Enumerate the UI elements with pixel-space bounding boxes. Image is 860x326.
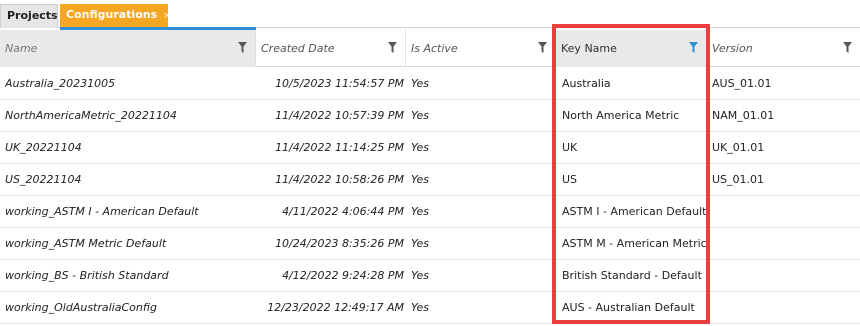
cell-name: Australia_20231005	[5, 77, 116, 90]
tab-projects[interactable]: Projects	[0, 4, 58, 28]
cell-created-date: 11/4/2022 10:57:39 PM	[275, 109, 404, 122]
cell-key-name: North America Metric	[562, 109, 680, 122]
filter-icon[interactable]	[538, 42, 547, 53]
configurations-grid: Name Created Date Is Active Key Name Ver…	[0, 30, 860, 326]
cell-is-active: Yes	[411, 77, 430, 90]
column-header-created-date[interactable]: Created Date	[256, 30, 406, 67]
cell-created-date: 4/11/2022 4:06:44 PM	[282, 205, 404, 218]
tab-configurations[interactable]: Configurations ×	[60, 4, 171, 28]
filter-icon[interactable]	[843, 42, 852, 53]
table-row[interactable]: working_ASTM Metric Default 10/24/2023 8…	[0, 228, 860, 260]
cell-created-date: 10/5/2023 11:54:57 PM	[275, 77, 404, 90]
grid-header: Name Created Date Is Active Key Name Ver…	[0, 30, 860, 67]
cell-name: working_OldAustraliaConfig	[5, 301, 157, 314]
cell-version	[712, 260, 852, 292]
table-row[interactable]: NorthAmericaMetric_20221104 11/4/2022 10…	[0, 100, 860, 132]
cell-is-active: Yes	[411, 237, 430, 250]
cell-is-active: Yes	[411, 173, 430, 186]
table-row[interactable]: working_BS - British Standard 4/12/2022 …	[0, 260, 860, 292]
column-header-version-label: Version	[712, 42, 753, 55]
cell-key-name: AUS - Australian Default	[562, 301, 695, 314]
cell-version	[712, 196, 852, 228]
cell-key-name: US	[562, 173, 578, 186]
cell-version: US_01.01	[712, 173, 765, 186]
cell-created-date: 12/23/2022 12:49:17 AM	[267, 301, 404, 314]
tab-bar: Projects Configurations ×	[0, 0, 860, 28]
cell-is-active: Yes	[411, 301, 430, 314]
cell-is-active: Yes	[411, 141, 430, 154]
cell-version: NAM_01.01	[712, 109, 775, 122]
tab-projects-label: Projects	[7, 9, 58, 22]
cell-is-active: Yes	[411, 269, 430, 282]
cell-name: working_BS - British Standard	[5, 269, 169, 282]
cell-name: NorthAmericaMetric_20221104	[5, 109, 177, 122]
cell-key-name: ASTM M - American Metric	[562, 237, 707, 250]
column-header-key-name-label: Key Name	[561, 42, 617, 55]
column-header-is-active[interactable]: Is Active	[406, 30, 556, 67]
cell-created-date: 10/24/2023 8:35:26 PM	[275, 237, 404, 250]
column-header-key-name[interactable]: Key Name	[556, 30, 707, 67]
column-header-is-active-label: Is Active	[411, 42, 458, 55]
table-row[interactable]: working_ASTM I - American Default 4/11/2…	[0, 196, 860, 228]
cell-key-name: ASTM I - American Default	[562, 205, 707, 218]
cell-version: UK_01.01	[712, 141, 765, 154]
cell-key-name: UK	[562, 141, 578, 154]
column-header-name-label: Name	[5, 42, 38, 55]
column-header-created-date-label: Created Date	[261, 42, 335, 55]
cell-version	[712, 292, 852, 324]
cell-version	[712, 228, 852, 260]
cell-name: working_ASTM Metric Default	[5, 237, 167, 250]
table-row[interactable]: US_20221104 11/4/2022 10:58:26 PM Yes US…	[0, 164, 860, 196]
cell-name: working_ASTM I - American Default	[5, 205, 199, 218]
column-header-version[interactable]: Version	[707, 30, 860, 67]
filter-icon[interactable]	[388, 42, 397, 53]
cell-version: AUS_01.01	[712, 77, 772, 90]
table-row[interactable]: UK_20221104 11/4/2022 11:14:25 PM Yes UK…	[0, 132, 860, 164]
cell-created-date: 4/12/2022 9:24:28 PM	[282, 269, 404, 282]
cell-created-date: 11/4/2022 11:14:25 PM	[275, 141, 404, 154]
cell-name: UK_20221104	[5, 141, 82, 154]
table-row[interactable]: working_OldAustraliaConfig 12/23/2022 12…	[0, 292, 860, 324]
column-header-name[interactable]: Name	[0, 30, 256, 67]
tab-configurations-label: Configurations	[66, 8, 158, 21]
cell-is-active: Yes	[411, 109, 430, 122]
filter-icon[interactable]	[689, 42, 698, 53]
cell-key-name: Australia	[562, 77, 611, 90]
cell-is-active: Yes	[411, 205, 430, 218]
cell-created-date: 11/4/2022 10:58:26 PM	[275, 173, 404, 186]
table-row[interactable]: Australia_20231005 10/5/2023 11:54:57 PM…	[0, 68, 860, 100]
filter-icon[interactable]	[238, 42, 247, 53]
close-icon[interactable]: ×	[163, 11, 171, 21]
cell-key-name: British Standard - Default	[562, 269, 702, 282]
cell-name: US_20221104	[5, 173, 82, 186]
